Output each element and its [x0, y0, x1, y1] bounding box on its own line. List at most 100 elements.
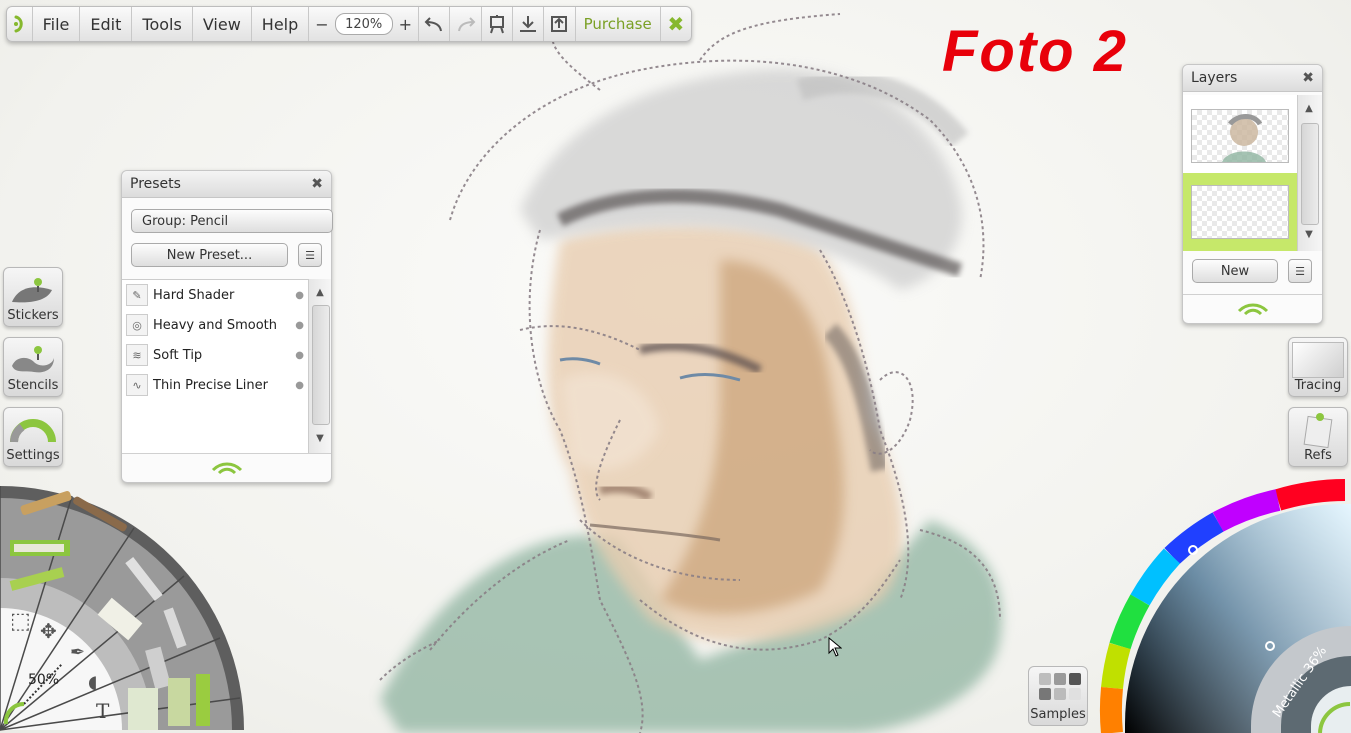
new-layer-label: New [1220, 263, 1250, 279]
preset-item[interactable]: ◎ Heavy and Smooth ● [122, 310, 308, 340]
svg-text:⬚: ⬚ [10, 609, 31, 634]
preset-item-label: Heavy and Smooth [153, 317, 278, 333]
list-menu-icon: ☰ [1295, 264, 1305, 278]
import-button[interactable] [513, 7, 545, 41]
layers-close-icon[interactable]: ✖ [1302, 70, 1314, 86]
tracing-swatch-icon [1292, 342, 1344, 378]
heavy-smooth-thumb-icon: ◎ [126, 314, 148, 336]
scroll-up-icon[interactable]: ▲ [1298, 99, 1320, 117]
refs-label: Refs [1304, 448, 1332, 463]
purchase-button[interactable]: Purchase [576, 7, 661, 41]
samples-label: Samples [1030, 707, 1086, 722]
menu-tools[interactable]: Tools [132, 7, 193, 41]
scroll-up-icon[interactable]: ▲ [309, 283, 331, 301]
layers-panel-header[interactable]: Layers ✖ [1183, 65, 1322, 92]
layers-panel-grip[interactable] [1183, 294, 1322, 323]
menu-edit[interactable]: Edit [80, 7, 133, 41]
preset-dot-icon: ● [295, 289, 304, 301]
close-icon: ✖ [667, 12, 685, 36]
menu-help[interactable]: Help [252, 7, 310, 41]
wifi-grip-icon [211, 462, 242, 475]
canvas-easel-button[interactable] [482, 7, 513, 41]
presets-panel-header[interactable]: Presets ✖ [122, 171, 331, 198]
mouse-cursor-icon [828, 637, 842, 657]
layer-portrait-thumb [1222, 114, 1266, 162]
upload-icon [551, 16, 568, 32]
layer-row-selected[interactable] [1183, 173, 1297, 251]
preset-dot-icon: ● [295, 319, 304, 331]
scroll-down-icon[interactable]: ▼ [1298, 225, 1320, 243]
menu-view[interactable]: View [193, 7, 252, 41]
export-button[interactable] [544, 7, 576, 41]
presets-panel-title: Presets [130, 176, 181, 192]
stickers-label: Stickers [7, 308, 59, 323]
pinned-note-icon [1303, 413, 1333, 448]
main-toolbar: File Edit Tools View Help − 120% + Purch… [6, 6, 692, 42]
redo-button[interactable] [450, 7, 482, 41]
app-logo-icon [14, 15, 24, 33]
wifi-grip-icon [1237, 303, 1268, 316]
preset-item-label: Soft Tip [153, 347, 203, 363]
preset-dot-icon: ● [295, 349, 304, 361]
layer-row[interactable] [1183, 95, 1297, 173]
zoom-level-field[interactable]: 120% [334, 13, 393, 35]
svg-text:✥: ✥ [40, 619, 57, 643]
preset-item[interactable]: ≋ Soft Tip ● [122, 340, 308, 370]
presets-menu-button[interactable]: ☰ [298, 243, 322, 267]
zoom-in-button[interactable]: + [399, 15, 412, 34]
settings-arc-icon [10, 419, 56, 443]
layers-scrollbar[interactable]: ▲ ▼ [1297, 95, 1322, 251]
new-preset-button[interactable]: New Preset... [131, 243, 288, 267]
preset-group-dropdown[interactable]: Group: Pencil [131, 209, 333, 233]
stencils-label: Stencils [7, 378, 59, 393]
layers-menu-button[interactable]: ☰ [1288, 259, 1312, 283]
zoom-out-button[interactable]: − [315, 15, 328, 34]
zoom-control: − 120% + [309, 7, 420, 41]
toolbar-close-button[interactable]: ✖ [661, 7, 691, 41]
soft-tip-thumb-icon: ≋ [126, 344, 148, 366]
foto-title-overlay: Foto 2 [942, 19, 1128, 84]
list-menu-icon: ☰ [305, 248, 315, 262]
layer-thumbnail [1191, 109, 1289, 163]
preset-item[interactable]: ∿ Thin Precise Liner ● [122, 370, 308, 400]
presets-panel: Presets ✖ Group: Pencil New Preset... ☰ … [121, 170, 333, 483]
layers-panel-title: Layers [1191, 70, 1238, 86]
redo-icon [457, 17, 475, 32]
preset-item[interactable]: ✎ Hard Shader ● [122, 280, 308, 310]
stencils-icon [12, 346, 54, 373]
preset-list: ✎ Hard Shader ● ◎ Heavy and Smooth ● ≋ S… [122, 279, 308, 454]
hard-shader-thumb-icon: ✎ [126, 284, 148, 306]
preset-group-label: Group: Pencil [142, 213, 229, 229]
presets-scroll-thumb[interactable] [312, 305, 330, 425]
menu-file[interactable]: File [33, 7, 81, 41]
brush-size-readout: 50% [28, 672, 60, 688]
undo-button[interactable] [419, 7, 451, 41]
settings-label: Settings [6, 448, 60, 463]
svg-text:✒: ✒ [70, 642, 85, 663]
new-layer-button[interactable]: New [1192, 259, 1278, 283]
thin-liner-thumb-icon: ∿ [126, 374, 148, 396]
app-logo-button[interactable] [7, 7, 33, 41]
scroll-down-icon[interactable]: ▼ [309, 429, 331, 447]
stencils-button[interactable]: Stencils [3, 337, 63, 397]
easel-icon [489, 15, 504, 34]
presets-close-icon[interactable]: ✖ [311, 176, 323, 192]
layers-panel: Layers ✖ ▲ ▼ New ☰ [1182, 64, 1323, 324]
settings-button[interactable]: Settings [3, 407, 63, 467]
layers-scroll-thumb[interactable] [1301, 123, 1319, 225]
preset-item-label: Hard Shader [153, 287, 235, 303]
samples-button[interactable]: Samples [1028, 666, 1088, 726]
new-preset-label: New Preset... [166, 247, 253, 263]
undo-icon [424, 17, 443, 32]
svg-text:◖: ◖ [88, 672, 97, 693]
preset-dot-icon: ● [295, 379, 304, 391]
tool-wheel[interactable]: ⬚ ✥ ✒ ◖ T [0, 478, 252, 733]
color-picker[interactable] [1098, 476, 1351, 733]
stickers-button[interactable]: Stickers [3, 267, 63, 327]
preset-item-label: Thin Precise Liner [153, 377, 268, 393]
stickers-icon [12, 278, 52, 303]
refs-button[interactable]: Refs [1288, 407, 1348, 467]
tracing-button[interactable]: Tracing [1288, 337, 1348, 397]
presets-scrollbar[interactable]: ▲ ▼ [308, 279, 331, 453]
samples-swatch-icon [1039, 673, 1081, 700]
